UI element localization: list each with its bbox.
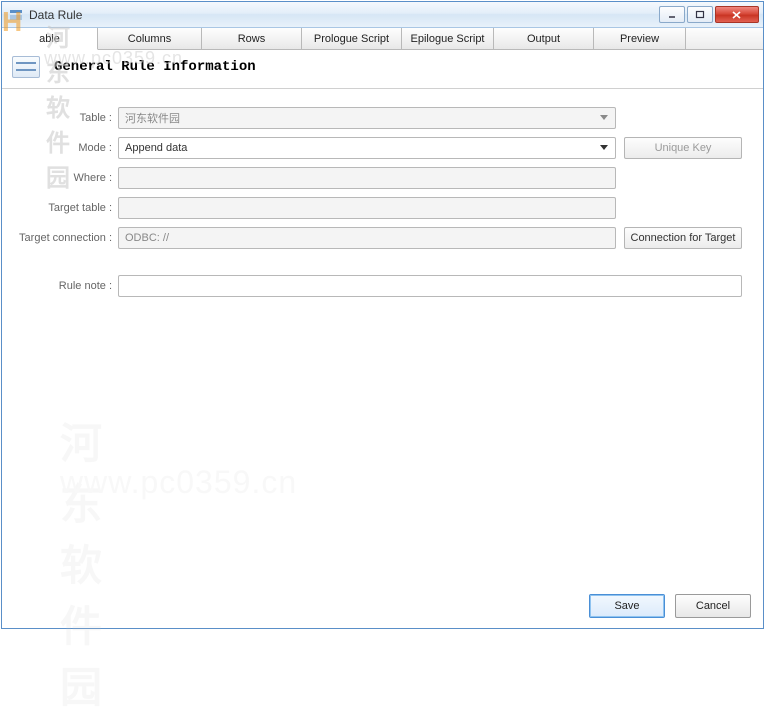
table-icon <box>12 56 40 78</box>
cancel-button[interactable]: Cancel <box>675 594 751 618</box>
section-title: General Rule Information <box>54 59 256 75</box>
connection-for-target-button[interactable]: Connection for Target <box>624 227 742 249</box>
label-where: Where : <box>12 172 118 184</box>
window-controls <box>659 6 759 23</box>
target-connection-field[interactable]: ODBC: // <box>118 227 616 249</box>
label-rule-note: Rule note : <box>12 280 118 292</box>
tab-preview[interactable]: Preview <box>594 28 686 49</box>
tab-columns[interactable]: Columns <box>98 28 202 49</box>
label-target-connection: Target connection : <box>12 232 118 244</box>
section-header: General Rule Information <box>2 50 763 89</box>
mode-value: Append data <box>125 142 187 154</box>
window-title: Data Rule <box>29 8 659 22</box>
app-icon <box>8 7 24 23</box>
maximize-button[interactable] <box>687 6 713 23</box>
tab-output[interactable]: Output <box>494 28 594 49</box>
tab-epilogue-script[interactable]: Epilogue Script <box>402 28 494 49</box>
footer: Save Cancel <box>2 584 763 628</box>
table-dropdown[interactable]: 河东软件园 <box>118 107 616 129</box>
label-table: Table : <box>12 112 118 124</box>
target-connection-value: ODBC: // <box>125 232 169 244</box>
titlebar: Data Rule <box>2 2 763 28</box>
chevron-down-icon <box>597 141 611 155</box>
save-button[interactable]: Save <box>589 594 665 618</box>
chevron-down-icon <box>597 111 611 125</box>
table-value: 河东软件园 <box>125 110 180 126</box>
tab-table[interactable]: able <box>2 28 98 50</box>
tab-bar: able Columns Rows Prologue Script Epilog… <box>2 28 763 50</box>
minimize-button[interactable] <box>659 6 685 23</box>
tab-rows[interactable]: Rows <box>202 28 302 49</box>
form-area: Table : 河东软件园 Mode : Append data Unique … <box>2 89 763 315</box>
rule-note-field[interactable] <box>118 275 742 297</box>
label-target-table: Target table : <box>12 202 118 214</box>
close-button[interactable] <box>715 6 759 23</box>
window: Data Rule able Columns Rows Prologue Scr… <box>1 1 764 629</box>
unique-key-button[interactable]: Unique Key <box>624 137 742 159</box>
tab-prologue-script[interactable]: Prologue Script <box>302 28 402 49</box>
mode-dropdown[interactable]: Append data <box>118 137 616 159</box>
target-table-field[interactable] <box>118 197 616 219</box>
label-mode: Mode : <box>12 142 118 154</box>
where-field[interactable] <box>118 167 616 189</box>
